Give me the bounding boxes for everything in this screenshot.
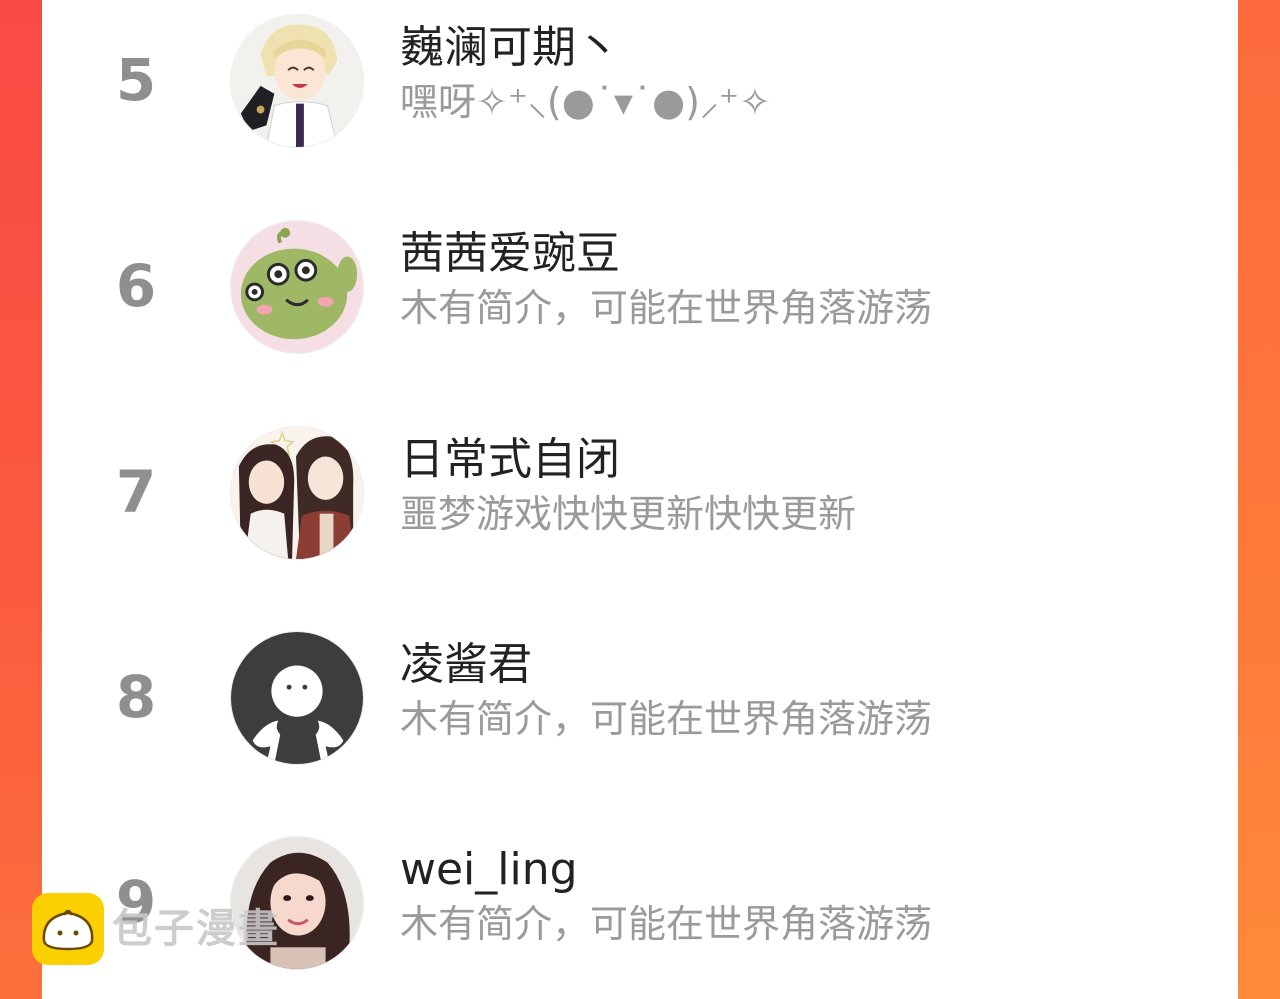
anime-blonde-avatar[interactable] xyxy=(230,14,364,148)
user-bio: 噩梦游戏快快更新快快更新 xyxy=(400,492,857,536)
default-user-avatar[interactable] xyxy=(230,631,364,765)
rank-number: 5 xyxy=(115,46,157,114)
username: 日常式自闭 xyxy=(400,434,620,485)
rank-number: 6 xyxy=(115,252,157,320)
rank-number: 8 xyxy=(115,663,157,731)
user-bio: 木有简介，可能在世界角落游荡 xyxy=(400,286,933,330)
bun-logo-icon xyxy=(32,893,104,965)
anime-couple-avatar[interactable] xyxy=(230,426,364,560)
user-bio: 木有简介，可能在世界角落游荡 xyxy=(400,902,933,946)
list-item[interactable]: 5 巍澜可期丶 嘿呀✧⁺⸜(●˙▾˙●)⸝⁺✧ xyxy=(42,6,1238,148)
user-bio: 木有简介，可能在世界角落游荡 xyxy=(400,697,933,741)
username: wei_ling xyxy=(400,844,578,895)
username: 茜茜爱豌豆 xyxy=(400,228,620,279)
green-alien-avatar[interactable] xyxy=(230,220,364,354)
background-right-strip xyxy=(1238,0,1280,999)
list-item[interactable]: 6 茜茜爱豌豆 木有简介，可能在世界角落游荡 xyxy=(42,212,1238,354)
ranking-page: 5 巍澜可期丶 嘿呀✧⁺⸜(●˙▾˙●)⸝⁺✧ 6 茜茜爱豌豆 木有简介，可能在… xyxy=(0,0,1280,999)
watermark: 包子漫畫 xyxy=(32,893,280,965)
rank-number: 7 xyxy=(115,458,157,526)
username: 凌酱君 xyxy=(400,639,532,690)
ranking-list: 5 巍澜可期丶 嘿呀✧⁺⸜(●˙▾˙●)⸝⁺✧ 6 茜茜爱豌豆 木有简介，可能在… xyxy=(42,0,1238,999)
user-bio: 嘿呀✧⁺⸜(●˙▾˙●)⸝⁺✧ xyxy=(400,80,771,124)
username: 巍澜可期丶 xyxy=(400,22,620,73)
list-item[interactable]: 8 凌酱君 木有简介，可能在世界角落游荡 xyxy=(42,623,1238,765)
list-item[interactable]: 7 日常式自闭 噩梦游戏快快更新快快更新 xyxy=(42,418,1238,560)
watermark-text: 包子漫畫 xyxy=(112,906,280,952)
